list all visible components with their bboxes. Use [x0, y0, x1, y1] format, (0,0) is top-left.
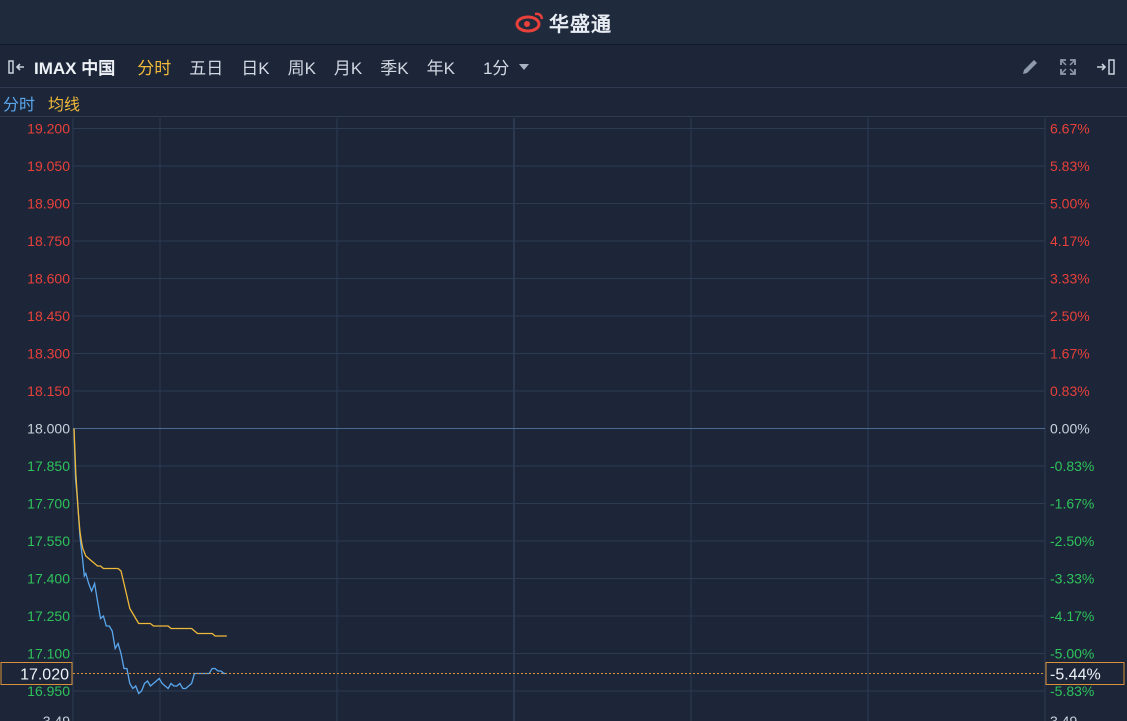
collapse-left-icon — [8, 59, 24, 74]
draw-tool-button[interactable] — [1019, 56, 1041, 78]
brand: 华盛通 — [515, 8, 612, 37]
percent-tick-label: -5.00% — [1050, 646, 1094, 662]
price-tick-label: 17.700 — [27, 496, 70, 512]
percent-tick-label: -2.50% — [1050, 533, 1094, 549]
percent-tick-label: 1.67% — [1050, 346, 1090, 362]
price-tick-label: 16.950 — [27, 683, 70, 699]
price-tick-label: 18.000 — [27, 421, 70, 437]
current-change-value: -5.44% — [1050, 667, 1101, 684]
price-tick-label: 17.400 — [27, 571, 70, 587]
bottom-right-label: 3.49 — [1050, 713, 1077, 721]
legend-price-line: 分时 — [3, 96, 36, 114]
price-tick-label: 19.200 — [27, 121, 70, 137]
percent-tick-label: -1.67% — [1050, 496, 1094, 512]
current-price-value: 17.020 — [20, 667, 69, 684]
fullscreen-button[interactable] — [1057, 56, 1079, 78]
percent-tick-label: 3.33% — [1050, 271, 1090, 287]
tab-quarterly-k[interactable]: 季K — [380, 54, 408, 79]
brand-name: 华盛通 — [549, 13, 612, 36]
toolbar-actions — [1019, 46, 1117, 88]
collapse-right-button[interactable] — [1095, 56, 1117, 78]
interval-select[interactable]: 1分 — [482, 54, 530, 79]
interval-value: 1分 — [482, 59, 510, 78]
percent-tick-label: 0.00% — [1050, 421, 1090, 437]
price-tick-label: 19.050 — [27, 158, 70, 174]
chevron-down-icon — [519, 63, 530, 70]
price-tick-label: 17.100 — [27, 646, 70, 662]
tab-yearly-k[interactable]: 年K — [427, 54, 455, 79]
percent-tick-label: 6.67% — [1050, 121, 1090, 137]
percent-tick-label: -5.83% — [1050, 683, 1094, 699]
percent-tick-label: 0.83% — [1050, 383, 1090, 399]
brand-logo-icon — [515, 12, 544, 33]
collapse-right-icon — [1097, 59, 1115, 75]
price-tick-label: 17.550 — [27, 533, 70, 549]
price-tick-label: 18.150 — [27, 383, 70, 399]
price-tick-label: 18.600 — [27, 271, 70, 287]
price-tick-label: 17.250 — [27, 608, 70, 624]
tab-five-day[interactable]: 五日 — [189, 54, 223, 79]
tab-daily-k[interactable]: 日K — [241, 54, 269, 79]
collapse-panel-button[interactable] — [0, 46, 34, 88]
percent-tick-label: 5.83% — [1050, 158, 1090, 174]
percent-tick-label: 5.00% — [1050, 196, 1090, 212]
price-tick-label: 18.750 — [27, 233, 70, 249]
pencil-icon — [1023, 60, 1037, 74]
price-tick-label: 18.300 — [27, 346, 70, 362]
expand-icon — [1060, 59, 1076, 75]
stock-name: IMAX 中国 — [34, 59, 116, 78]
percent-tick-label: -0.83% — [1050, 458, 1094, 474]
percent-tick-label: 4.17% — [1050, 233, 1090, 249]
percent-tick-label: -4.17% — [1050, 608, 1094, 624]
legend-average-line: 均线 — [48, 96, 81, 114]
tab-monthly-k[interactable]: 月K — [334, 54, 362, 79]
title-bar: 华盛通 — [0, 0, 1127, 45]
bottom-left-label: 3.49 — [43, 713, 70, 721]
average-line — [73, 428, 227, 637]
percent-tick-label: 2.50% — [1050, 308, 1090, 324]
app-window: 华盛通 IMAX 中国 分时 五日 日K 周K 月K 季K 年K 1分 分时 均… — [0, 0, 1127, 721]
tab-weekly-k[interactable]: 周K — [288, 54, 316, 79]
price-tick-label: 17.850 — [27, 458, 70, 474]
percent-tick-label: -3.33% — [1050, 571, 1094, 587]
price-tick-label: 18.450 — [27, 308, 70, 324]
tab-intraday[interactable]: 分时 — [137, 54, 171, 79]
intraday-chart[interactable]: 19.200 6.67% 19.050 5.83% 18.900 5.00% 18.750 4… — [0, 118, 1127, 721]
chart-toolbar: IMAX 中国 分时 五日 日K 周K 月K 季K 年K 1分 — [0, 46, 1127, 88]
price-tick-label: 18.900 — [27, 196, 70, 212]
chart-canvas: 19.200 6.67% 19.050 5.83% 18.900 5.00% 18.750 4… — [0, 118, 1125, 721]
chart-legend: 分时 均线 — [0, 89, 1127, 117]
